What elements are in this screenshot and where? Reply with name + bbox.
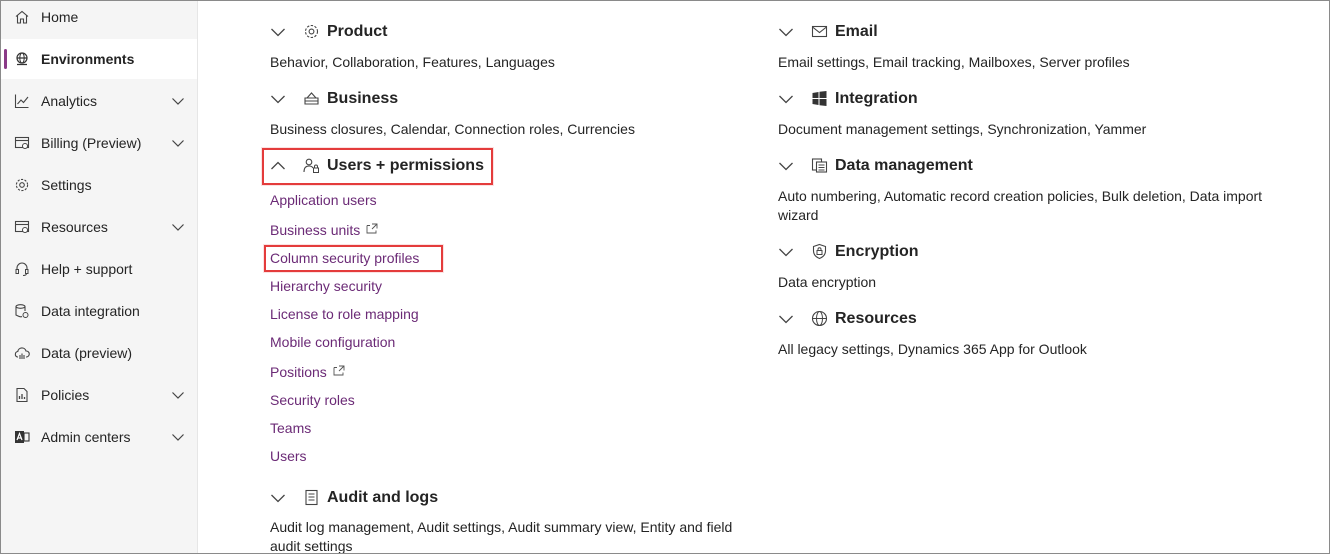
section-title: Audit and logs (327, 489, 439, 506)
sidebar-item-label: Billing (Preview) (41, 135, 142, 151)
section-header-product[interactable]: Product (270, 20, 570, 44)
left-column: Product Behavior, Collaboration, Feature… (262, 1, 750, 554)
headset-icon (15, 262, 29, 276)
sidebar-item-label: Policies (41, 387, 90, 403)
sidebar-item-help-support[interactable]: Help + support (1, 249, 197, 289)
section-header-integration[interactable]: Integration (778, 87, 1078, 111)
link-license-to-role-mapping[interactable]: License to role mapping (270, 305, 419, 323)
link-hierarchy-security[interactable]: Hierarchy security (270, 277, 382, 295)
sidebar-item-label: Analytics (41, 93, 98, 109)
data-integration-icon (15, 304, 29, 318)
chevron-down-icon[interactable] (778, 244, 794, 260)
link-application-users[interactable]: Application users (270, 191, 377, 209)
link-label: Business units (270, 222, 361, 238)
section-description: All legacy settings, Dynamics 365 App fo… (778, 341, 1087, 357)
sidebar-item-data-integration[interactable]: Data integration (1, 291, 197, 331)
globe-icon (16, 52, 28, 66)
globe-icon (811, 310, 828, 327)
chevron-down-icon[interactable] (171, 220, 185, 234)
analytics-icon (14, 94, 29, 109)
highlight-box-column-security-profiles (264, 245, 443, 272)
link-teams[interactable]: Teams (270, 419, 311, 437)
section-title: Data management (835, 157, 973, 174)
chevron-down-icon[interactable] (778, 24, 794, 40)
sidebar-item-label: Admin centers (41, 429, 131, 445)
link-label: Positions (270, 364, 327, 380)
sidebar-item-label: Help + support (41, 261, 133, 277)
chevron-down-icon[interactable] (778, 91, 794, 107)
section-description: Document management settings, Synchroniz… (778, 121, 1147, 137)
right-column: Email Email settings, Email tracking, Ma… (778, 1, 1318, 553)
section-title: Resources (835, 310, 917, 327)
gear-icon (15, 178, 29, 192)
chevron-down-icon[interactable] (171, 430, 185, 444)
external-link-icon (366, 223, 378, 234)
chevron-down-icon[interactable] (778, 311, 794, 327)
sidebar-item-label: Data integration (41, 303, 140, 319)
section-description: Behavior, Collaboration, Features, Langu… (270, 54, 555, 70)
section-description: Business closures, Calendar, Connection … (270, 121, 635, 137)
sidebar-item-label: Home (41, 9, 79, 25)
mail-icon (811, 25, 828, 38)
section-header-audit-logs[interactable]: Audit and logs (270, 486, 570, 510)
data-management-icon (811, 158, 828, 173)
section-description: Auto numbering, Automatic record creatio… (778, 188, 1263, 223)
sidebar-item-billing[interactable]: Billing (Preview) (1, 123, 197, 163)
section-header-encryption[interactable]: Encryption (778, 240, 1078, 264)
active-indicator (4, 49, 7, 69)
gear-icon (304, 24, 319, 39)
chevron-down-icon[interactable] (778, 158, 794, 174)
chevron-down-icon[interactable] (171, 388, 185, 402)
link-security-roles[interactable]: Security roles (270, 391, 355, 409)
sidebar-item-resources[interactable]: Resources (1, 207, 197, 247)
chevron-down-icon[interactable] (171, 94, 185, 108)
home-icon (15, 10, 29, 24)
sidebar-item-analytics[interactable]: Analytics (1, 81, 197, 121)
business-icon (304, 92, 319, 105)
highlight-box-users-permissions (262, 148, 493, 185)
settings-content: Product Behavior, Collaboration, Feature… (198, 1, 1329, 553)
chevron-down-icon[interactable] (270, 24, 286, 40)
link-business-units[interactable]: Business units (270, 221, 378, 239)
sidebar-item-settings[interactable]: Settings (1, 165, 197, 205)
sidebar-item-admin-centers[interactable]: Admin centers (1, 417, 197, 457)
policies-icon (16, 387, 28, 403)
sidebar-item-label: Environments (41, 51, 135, 67)
external-link-icon (333, 365, 345, 376)
section-header-data-management[interactable]: Data management (778, 154, 1078, 178)
section-title: Integration (835, 90, 918, 107)
link-users[interactable]: Users (270, 447, 307, 465)
sidebar-item-label: Resources (41, 219, 108, 235)
shield-icon (812, 243, 827, 260)
section-description: Audit log management, Audit settings, Au… (270, 519, 733, 554)
app-frame: Home Environments Analytics Billing (Pre… (0, 0, 1330, 554)
audit-log-icon (305, 489, 318, 506)
section-title: Product (327, 23, 388, 40)
section-description: Data encryption (778, 274, 877, 290)
link-positions[interactable]: Positions (270, 363, 345, 381)
section-header-resources[interactable]: Resources (778, 307, 1078, 331)
windows-icon (812, 91, 827, 106)
sidebar-item-label: Settings (41, 177, 92, 193)
section-header-business[interactable]: Business (270, 87, 570, 111)
resources-icon (14, 220, 30, 233)
sidebar-item-policies[interactable]: Policies (1, 375, 197, 415)
sidebar-item-home[interactable]: Home (1, 1, 197, 37)
admin-centers-icon (15, 431, 30, 443)
sidebar-item-data-preview[interactable]: Data (preview) (1, 333, 197, 373)
section-header-email[interactable]: Email (778, 20, 1078, 44)
chevron-down-icon[interactable] (270, 91, 286, 107)
section-description: Email settings, Email tracking, Mailboxe… (778, 54, 1130, 70)
chevron-down-icon[interactable] (270, 490, 286, 506)
section-title: Email (835, 23, 878, 40)
section-title: Encryption (835, 243, 919, 260)
cloud-data-icon (14, 347, 30, 359)
billing-icon (14, 136, 30, 149)
sidebar: Home Environments Analytics Billing (Pre… (1, 1, 198, 553)
sidebar-item-label: Data (preview) (41, 345, 133, 361)
sidebar-item-environments[interactable]: Environments (1, 39, 197, 79)
link-mobile-configuration[interactable]: Mobile configuration (270, 333, 395, 351)
chevron-down-icon[interactable] (171, 136, 185, 150)
section-title: Business (327, 90, 399, 107)
